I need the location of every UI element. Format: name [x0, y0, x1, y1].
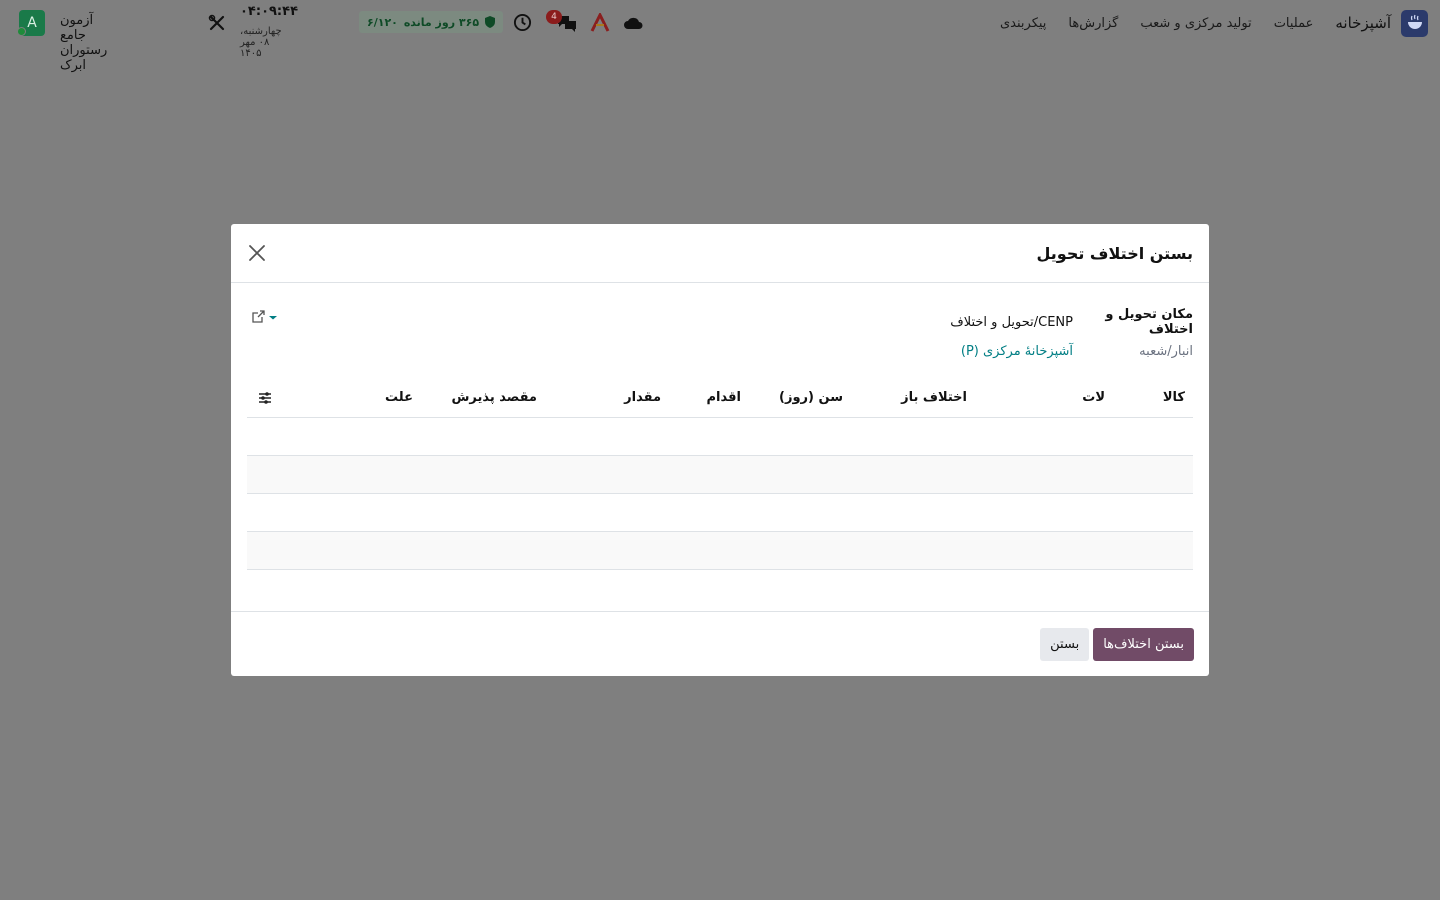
license-days-remaining: ۳۶۵ روز مانده: [403, 15, 480, 29]
column-open-discrepancy[interactable]: اختلاف باز: [851, 379, 975, 418]
column-product[interactable]: کالا: [1113, 379, 1193, 418]
table-row: [247, 417, 1193, 456]
activity-clock-icon[interactable]: [513, 13, 532, 32]
company-name[interactable]: آزمون جامع رستوران ابرک: [60, 13, 107, 73]
optional-columns-toggle[interactable]: [247, 379, 283, 418]
menu-item-central-production[interactable]: تولید مرکزی و شعب: [1140, 16, 1251, 31]
table-row: [247, 493, 1193, 532]
location-field: مکان تحویل و اختلاف CENP/تحویل و اختلاف: [950, 307, 1193, 337]
close-icon[interactable]: [247, 243, 267, 263]
chat-count-badge: 4: [546, 10, 562, 24]
dialog-body: مکان تحویل و اختلاف CENP/تحویل و اختلاف …: [231, 283, 1209, 611]
warehouse-label: انبار/شعبه: [1139, 344, 1193, 359]
clock-date: چهارشنبه، ۰۸ مهر ۱۴۰۵: [240, 26, 282, 59]
empty-cell: [247, 493, 1193, 532]
table-header-row: کالا لات اختلاف باز سن (روز) اقدام مقدار…: [247, 379, 1193, 418]
clock-time: ۰۴:۰۹:۴۴: [240, 4, 299, 19]
column-quantity[interactable]: مقدار: [545, 379, 669, 418]
dialog-header: بستن اختلاف تحویل: [231, 224, 1209, 283]
empty-cell: [247, 455, 1193, 494]
location-actions[interactable]: [251, 309, 278, 324]
external-link-icon[interactable]: [251, 309, 266, 324]
column-accept-destination[interactable]: مقصد پذیرش: [421, 379, 545, 418]
menu-item-configuration[interactable]: پیکربندی: [1000, 16, 1046, 31]
license-version: ۶/۱۲۰: [367, 15, 398, 29]
debug-tools-icon[interactable]: [208, 14, 226, 32]
main-menu: عملیات تولید مرکزی و شعب گزارش‌ها پیکربن…: [1000, 16, 1313, 31]
menu-item-reports[interactable]: گزارش‌ها: [1068, 16, 1118, 31]
column-action[interactable]: اقدام: [669, 379, 749, 418]
column-lot[interactable]: لات: [975, 379, 1113, 418]
presence-status-dot: [17, 27, 26, 36]
brand-a-icon[interactable]: [590, 13, 610, 33]
app-name: آشپزخانه: [1335, 14, 1391, 32]
empty-cell: [247, 531, 1193, 570]
discrepancy-lines-table: کالا لات اختلاف باز سن (روز) اقدام مقدار…: [247, 379, 1193, 570]
menu-item-operations[interactable]: عملیات: [1274, 16, 1314, 31]
shield-icon: [485, 16, 495, 28]
close-discrepancies-button[interactable]: بستن اختلاف‌ها: [1093, 627, 1194, 661]
column-reason[interactable]: علت: [283, 379, 421, 418]
location-value[interactable]: CENP/تحویل و اختلاف: [950, 315, 1073, 330]
cloud-icon[interactable]: [623, 14, 644, 30]
dialog-title: بستن اختلاف تحویل: [1036, 243, 1194, 263]
column-age-days[interactable]: سن (روز): [749, 379, 851, 418]
close-discrepancy-dialog: بستن اختلاف تحویل مکان تحویل و اختلاف CE…: [231, 224, 1209, 676]
license-badge[interactable]: ۳۶۵ روز مانده ۶/۱۲۰: [359, 11, 503, 33]
sliders-icon[interactable]: [257, 390, 273, 406]
warehouse-link[interactable]: آشپزخانهٔ مرکزی (P): [961, 344, 1073, 359]
dialog-footer: بستن اختلاف‌ها بستن: [231, 611, 1209, 676]
empty-cell: [247, 417, 1193, 456]
app-brand[interactable]: آشپزخانه: [1335, 9, 1428, 37]
table-row: [247, 455, 1193, 494]
warehouse-field: انبار/شعبه آشپزخانهٔ مرکزی (P): [961, 344, 1193, 359]
cancel-button[interactable]: بستن: [1040, 627, 1090, 661]
table-row: [247, 531, 1193, 570]
location-label: مکان تحویل و اختلاف: [1105, 307, 1193, 337]
kitchen-app-icon: [1401, 9, 1428, 37]
caret-down-icon[interactable]: [268, 312, 278, 322]
